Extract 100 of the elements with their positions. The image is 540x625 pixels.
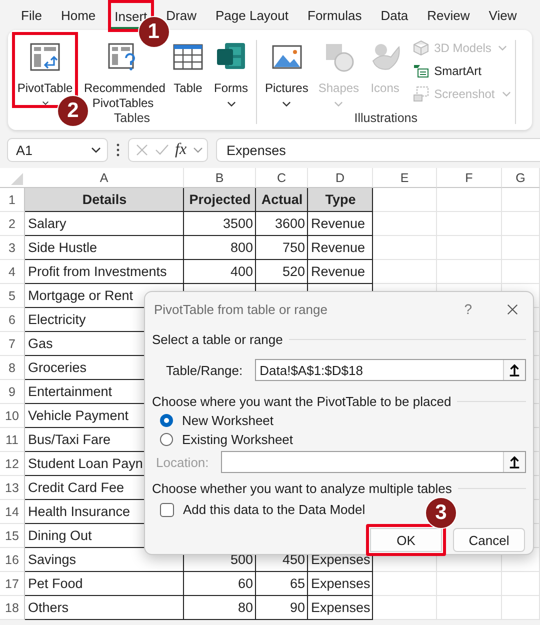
table-cell: 90 (256, 596, 308, 620)
table-cell: Type (308, 188, 373, 212)
close-icon[interactable] (506, 302, 519, 316)
row-header[interactable]: 15 (0, 524, 25, 548)
camera-icon (413, 86, 430, 102)
row-header[interactable]: 13 (0, 476, 25, 500)
table-cell: 520 (256, 260, 308, 284)
table-cell (502, 212, 540, 236)
table-cell (373, 212, 437, 236)
ribbon-tab[interactable]: Home (60, 6, 96, 26)
row-header[interactable]: 17 (0, 572, 25, 596)
table-cell (502, 596, 540, 620)
table-cell (373, 236, 437, 260)
row-header[interactable]: 3 (0, 236, 25, 260)
ribbon-button[interactable]: SmartArt (413, 63, 511, 79)
row-header[interactable]: 9 (0, 380, 25, 404)
diagram-icon (413, 63, 430, 79)
help-button[interactable]: ? (464, 301, 472, 317)
ribbon-tab[interactable]: Data (380, 6, 408, 26)
table-cell (502, 260, 540, 284)
ribbon-button[interactable]: Forms (210, 32, 252, 110)
table-cell (373, 188, 437, 212)
table-cell: Salary (25, 212, 184, 236)
ribbon-tab[interactable]: Draw (166, 6, 196, 26)
row-header[interactable]: 5 (0, 284, 25, 308)
column-header[interactable]: G (502, 168, 540, 188)
ribbon-tab[interactable]: Formulas (308, 6, 362, 26)
row-header[interactable]: 8 (0, 356, 25, 380)
dialog-button[interactable]: OK (366, 524, 446, 556)
more-icon[interactable] (116, 143, 120, 157)
table-cell: Details (25, 188, 184, 212)
ribbon-tab[interactable]: View (488, 6, 517, 26)
table-cell: 400 (184, 260, 256, 284)
row-header[interactable]: 12 (0, 452, 25, 476)
table-cell: 3600 (256, 212, 308, 236)
caret-icon (498, 45, 508, 51)
check-icon[interactable] (155, 143, 169, 157)
table-cell (437, 188, 502, 212)
row-header[interactable]: 18 (0, 596, 25, 620)
row-header[interactable]: 6 (0, 308, 25, 332)
caret-icon (282, 101, 292, 107)
table-cell: Projected (184, 188, 256, 212)
table-cell (502, 236, 540, 260)
pivot-table-icon (29, 41, 61, 73)
collapse-dialog-icon[interactable] (503, 452, 525, 472)
table-cell: 65 (256, 572, 308, 596)
table-cell: 3500 (184, 212, 256, 236)
callout-badge: 3 (426, 498, 456, 528)
row-header[interactable]: 11 (0, 428, 25, 452)
table-cell: Expenses (308, 572, 373, 596)
location-field[interactable] (220, 451, 526, 473)
table-cell: Revenue (308, 236, 373, 260)
formula-field[interactable]: Expenses (216, 138, 540, 162)
group-label: Illustrations (354, 111, 418, 125)
table-cell (437, 596, 502, 620)
table-cell: Side Hustle (25, 236, 184, 260)
row-header[interactable]: 4 (0, 260, 25, 284)
ribbon-button[interactable]: Pictures (261, 32, 312, 110)
table-cell: 60 (184, 572, 256, 596)
caret-icon (40, 101, 50, 105)
row-header[interactable]: 16 (0, 548, 25, 572)
insert-function-button[interactable]: fx (175, 141, 187, 159)
caret-icon (502, 91, 511, 97)
table-cell: Expenses (308, 596, 373, 620)
collapse-dialog-icon[interactable] (503, 360, 525, 380)
table-cell: Profit from Investments (25, 260, 184, 284)
name-box[interactable]: A1 (7, 138, 108, 162)
table-cell: 800 (184, 236, 256, 260)
column-header[interactable]: F (437, 168, 502, 188)
table-cell (373, 572, 437, 596)
row-header[interactable]: 2 (0, 212, 25, 236)
row-header[interactable]: 7 (0, 332, 25, 356)
caret-icon (226, 101, 236, 107)
caret-icon (334, 101, 344, 107)
ribbon-tab[interactable]: Review (427, 6, 470, 26)
table-cell: 750 (256, 236, 308, 260)
cube-icon (413, 40, 430, 56)
table-cell: Actual (256, 188, 308, 212)
table-cell (437, 212, 502, 236)
table-cell (437, 236, 502, 260)
table-cell (437, 572, 502, 596)
ribbon-button[interactable]: Table (168, 32, 208, 99)
dialog-button[interactable]: Cancel (453, 528, 525, 552)
ribbon-tab[interactable]: Page Layout (216, 6, 289, 26)
table-cell: Others (25, 596, 184, 620)
row-header[interactable]: 10 (0, 404, 25, 428)
group-label: Tables (114, 111, 150, 125)
table-cell: Pet Food (25, 572, 184, 596)
table-cell: 80 (184, 596, 256, 620)
row-header[interactable]: 14 (0, 500, 25, 524)
range-field[interactable]: Data!$A$1:$D$18 (254, 359, 526, 381)
table-cell (502, 572, 540, 596)
table-cell (502, 188, 540, 212)
table-cell: Revenue (308, 260, 373, 284)
column-header[interactable]: E (373, 168, 437, 188)
callout-badge: 2 (58, 96, 88, 126)
table-cell: Revenue (308, 212, 373, 236)
ribbon-tab[interactable]: File (21, 6, 42, 26)
caret-icon (192, 147, 203, 153)
caret-icon (91, 147, 101, 153)
